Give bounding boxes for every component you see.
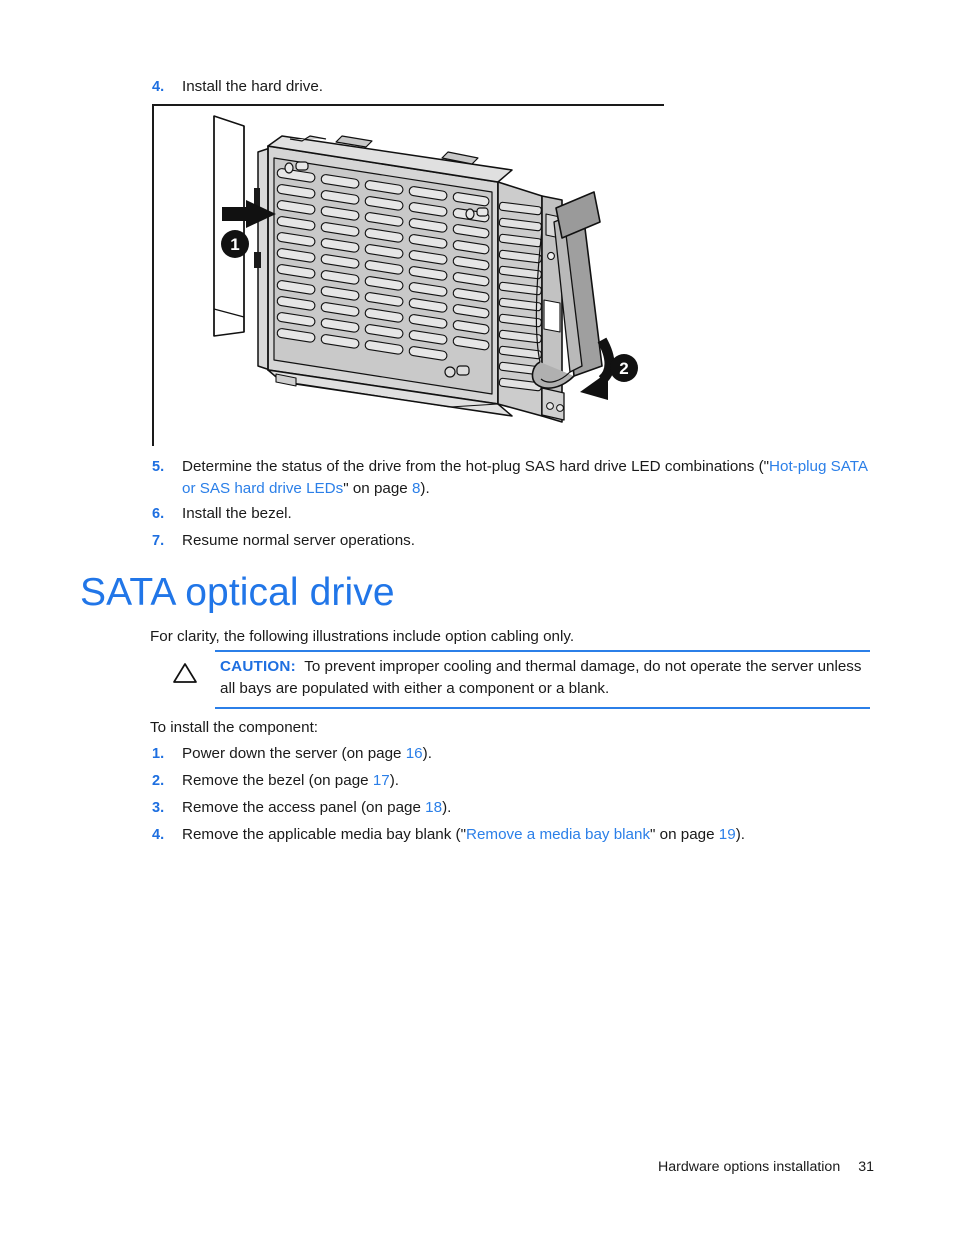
step-number: 7.	[152, 533, 165, 549]
hard-drive-installation-figure: 1 2	[150, 104, 670, 452]
page-reference[interactable]: 18	[425, 799, 442, 816]
step-number: 3.	[152, 800, 165, 816]
document-page: 4. Install the hard drive. 1 2 5. Determ…	[0, 0, 954, 1235]
step-number: 5.	[152, 459, 165, 475]
step-text-part-2: " on page	[343, 480, 412, 497]
caution-message: To prevent improper cooling and thermal …	[220, 658, 862, 697]
step-text-part-3: ).	[735, 826, 745, 843]
list-item-step-6: 6. Install the bezel.	[152, 503, 752, 525]
svg-text:1: 1	[230, 235, 239, 254]
svg-text:2: 2	[619, 359, 628, 378]
footer-page-number: 31	[858, 1159, 874, 1175]
callout-2-badge: 2	[610, 354, 638, 382]
step-text-part-1: Remove the bezel (on page	[182, 772, 373, 789]
list-item-step-5: 5. Determine the status of the drive fro…	[152, 456, 874, 500]
page-reference[interactable]: 16	[406, 745, 423, 762]
hard-drive-illustration: 1 2	[150, 104, 670, 452]
footer-chapter-title: Hardware options installation	[658, 1159, 841, 1175]
step-text: Remove the applicable media bay blank ("…	[182, 824, 872, 846]
step-text: Remove the access panel (on page 18).	[182, 797, 852, 819]
step-text-part-2: ).	[389, 772, 399, 789]
step-number: 2.	[152, 773, 165, 789]
step-text: Install the bezel.	[182, 505, 292, 522]
list-item-install-step-4: 4. Remove the applicable media bay blank…	[152, 824, 872, 846]
list-item-step-7: 7. Resume normal server operations.	[152, 530, 752, 552]
step-number: 6.	[152, 506, 165, 522]
list-item-install-step-3: 3. Remove the access panel (on page 18).	[152, 797, 852, 819]
step-text: Resume normal server operations.	[182, 532, 415, 549]
step-text-part-1: Remove the applicable media bay blank ("	[182, 826, 466, 843]
step-text: Remove the bezel (on page 17).	[182, 770, 852, 792]
step-text-part-2: ).	[422, 745, 432, 762]
page-reference[interactable]: 17	[373, 772, 390, 789]
list-item-install-step-1: 1. Power down the server (on page 16).	[152, 743, 852, 765]
step-text-part-1: Remove the access panel (on page	[182, 799, 426, 816]
step-text-part-1: Power down the server (on page	[182, 745, 406, 762]
step-text: Install the hard drive.	[182, 78, 323, 95]
install-intro-text: To install the component:	[150, 719, 319, 736]
caution-text: CAUTION: To prevent improper cooling and…	[220, 656, 865, 700]
page-title: SATA optical drive	[80, 571, 395, 614]
caution-top-rule	[215, 650, 870, 652]
caution-bottom-rule	[215, 707, 870, 709]
step-number: 4.	[152, 79, 165, 95]
page-reference[interactable]: 19	[719, 826, 736, 843]
step-number: 4.	[152, 827, 165, 843]
step-text-part-2: " on page	[650, 826, 719, 843]
callout-1-badge: 1	[221, 230, 249, 258]
list-item-step-4: 4. Install the hard drive.	[152, 76, 752, 98]
page-footer: Hardware options installation 31	[0, 1159, 874, 1175]
cross-reference-link[interactable]: Remove a media bay blank	[466, 826, 650, 843]
step-text-part-3: ).	[420, 480, 430, 497]
step-text-part-2: ).	[442, 799, 452, 816]
step-text: Power down the server (on page 16).	[182, 743, 852, 765]
caution-label: CAUTION:	[220, 658, 296, 675]
step-text-part-1: Determine the status of the drive from t…	[182, 458, 770, 475]
step-text: Determine the status of the drive from t…	[182, 456, 874, 500]
section-intro-text: For clarity, the following illustrations…	[150, 628, 575, 645]
step-number: 1.	[152, 746, 165, 762]
list-item-install-step-2: 2. Remove the bezel (on page 17).	[152, 770, 852, 792]
